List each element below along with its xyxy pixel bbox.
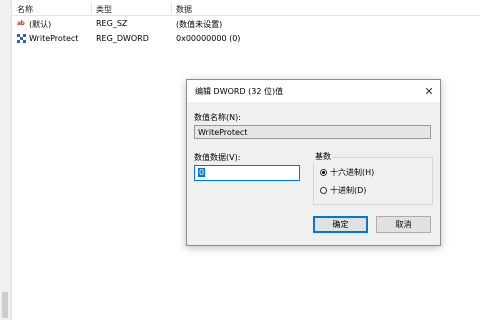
list-header: 名称 类型 数据	[11, 0, 480, 16]
column-header-data[interactable]: 数据	[176, 4, 192, 15]
value-type: REG_DWORD	[96, 34, 149, 43]
scrollbar-thumb[interactable]	[2, 292, 8, 318]
dword-value-icon	[17, 34, 27, 43]
column-divider[interactable]	[171, 2, 172, 14]
left-scrollbar[interactable]	[0, 0, 12, 320]
radio-decimal[interactable]: 十进制(D)	[320, 185, 366, 196]
radio-button-decimal[interactable]	[320, 187, 327, 194]
value-name-field: WriteProtect	[194, 125, 431, 139]
radio-hex[interactable]: 十六进制(H)	[320, 167, 374, 178]
dialog-body: 数值名称(N): WriteProtect 数值数据(V): 0 十六进制(H)…	[187, 102, 440, 245]
value-name-label: 数值名称(N):	[194, 113, 241, 122]
column-divider[interactable]	[91, 2, 92, 14]
dialog-title: 编辑 DWORD (32 位)值	[195, 87, 284, 96]
value-data: (数值未设置)	[176, 20, 223, 29]
value-data-text: 0	[198, 168, 206, 177]
value-data-label: 数值数据(V):	[194, 153, 241, 162]
close-icon[interactable]: ✕	[418, 80, 440, 102]
table-row[interactable]: WriteProtect REG_DWORD 0x00000000 (0)	[11, 31, 480, 46]
string-value-icon: ab	[17, 20, 25, 27]
radio-hex-label: 十六进制(H)	[330, 168, 375, 177]
base-label: 基数	[313, 151, 333, 162]
table-row[interactable]: ab (默认) REG_SZ (数值未设置)	[11, 16, 480, 31]
radio-button-hex[interactable]	[320, 169, 327, 176]
value-name: (默认)	[29, 20, 52, 29]
column-header-type[interactable]: 类型	[96, 4, 112, 15]
value-type: REG_SZ	[96, 19, 128, 28]
radio-decimal-label: 十进制(D)	[330, 186, 367, 195]
value-data-input[interactable]: 0	[194, 165, 300, 181]
ok-button[interactable]: 确定	[313, 216, 368, 233]
base-groupbox: 十六进制(H) 十进制(D)	[313, 157, 433, 205]
value-name: WriteProtect	[29, 34, 79, 43]
cancel-button[interactable]: 取消	[376, 216, 431, 233]
column-header-name[interactable]: 名称	[17, 4, 33, 15]
dialog-titlebar[interactable]: 编辑 DWORD (32 位)值 ✕	[187, 80, 440, 102]
value-data: 0x00000000 (0)	[176, 34, 241, 43]
edit-dword-dialog: 编辑 DWORD (32 位)值 ✕ 数值名称(N): WriteProtect…	[186, 79, 441, 246]
registry-values-list: 名称 类型 数据 ab (默认) REG_SZ (数值未设置) WritePro…	[11, 0, 480, 46]
